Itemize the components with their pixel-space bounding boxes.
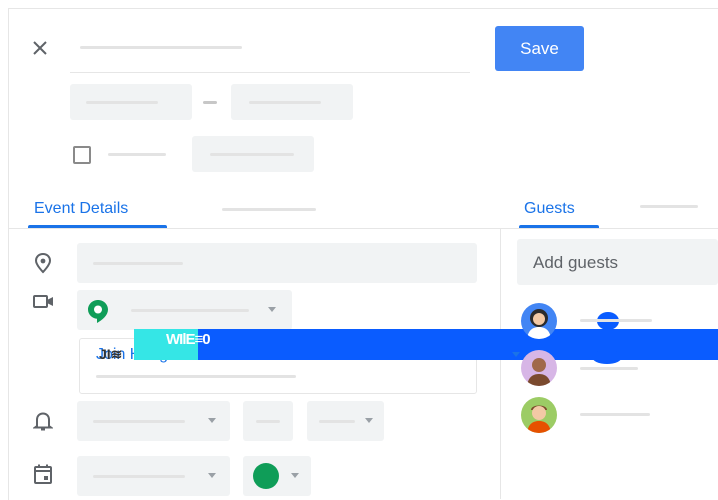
notification-type-bar xyxy=(93,420,185,423)
all-day-label-bar xyxy=(108,153,166,156)
guest-avatar-image xyxy=(527,358,551,386)
tab-rooms-bar[interactable] xyxy=(640,205,698,208)
add-guests-input[interactable]: Add guests xyxy=(517,239,718,285)
tab-guests[interactable]: Guests xyxy=(524,200,575,218)
avatar xyxy=(521,350,557,386)
guest-avatar-image xyxy=(527,405,551,433)
start-date-field[interactable] xyxy=(70,84,192,120)
video-icon-wrap xyxy=(33,294,55,310)
date-range-dash xyxy=(203,101,217,104)
guest-name-bar xyxy=(580,367,638,370)
start-date-bar xyxy=(86,101,158,104)
repeat-bar xyxy=(210,153,294,156)
guest-avatar-image xyxy=(527,309,551,339)
close-icon xyxy=(33,41,47,55)
notification-type-select[interactable] xyxy=(77,401,230,441)
bell-icon xyxy=(32,412,54,431)
column-divider xyxy=(500,229,501,499)
meet-link-subtitle-bar xyxy=(96,375,296,378)
event-color-swatch xyxy=(253,463,279,489)
add-guests-placeholder: Add guests xyxy=(533,253,619,272)
all-day-checkbox[interactable] xyxy=(73,146,91,164)
repeat-field[interactable] xyxy=(192,136,314,172)
event-color-caret-icon xyxy=(291,473,299,478)
location-bar xyxy=(93,262,183,265)
tabs-divider xyxy=(8,228,718,229)
meet-caret-icon xyxy=(512,352,520,357)
notification-unit-select[interactable] xyxy=(307,401,384,441)
calendar-select-bar xyxy=(93,475,185,478)
render-glitch-text: WIlE≡0 xyxy=(166,331,211,348)
conference-select-bar xyxy=(131,309,249,312)
notification-unit-caret-icon xyxy=(365,418,373,423)
video-icon xyxy=(33,295,53,308)
location-icon-wrap xyxy=(33,252,53,274)
calendar-icon-wrap xyxy=(33,463,53,485)
render-glitch-band xyxy=(134,329,718,360)
hangouts-icon-wrap xyxy=(86,298,110,324)
event-color-select[interactable] xyxy=(243,456,311,496)
calendar-select-caret-icon xyxy=(208,473,216,478)
close-button[interactable] xyxy=(28,36,52,60)
bell-icon-wrap xyxy=(32,410,54,432)
notification-type-caret-icon xyxy=(208,418,216,423)
calendar-select[interactable] xyxy=(77,456,230,496)
location-input[interactable] xyxy=(77,243,477,283)
tab-find-time-bar[interactable] xyxy=(222,208,316,211)
notification-amount-bar xyxy=(256,420,280,423)
hangouts-icon xyxy=(88,300,108,323)
end-date-bar xyxy=(249,101,321,104)
end-date-field[interactable] xyxy=(231,84,353,120)
tab-event-details[interactable]: Event Details xyxy=(34,200,128,218)
notification-unit-bar xyxy=(319,420,355,423)
guest-name-bar xyxy=(580,413,650,416)
calendar-icon xyxy=(34,464,52,484)
save-button[interactable]: Save xyxy=(495,26,584,71)
guest-name-bar xyxy=(580,319,652,322)
avatar xyxy=(521,397,557,433)
location-pin-icon xyxy=(34,252,52,274)
conference-caret-icon xyxy=(268,307,276,312)
render-glitch-prefix: JI≋ xyxy=(99,346,123,362)
avatar xyxy=(521,303,557,339)
glitch-blob-2 xyxy=(592,350,622,364)
title-input[interactable] xyxy=(70,28,470,73)
notification-amount-field[interactable] xyxy=(243,401,293,441)
title-placeholder-bar xyxy=(80,46,242,49)
